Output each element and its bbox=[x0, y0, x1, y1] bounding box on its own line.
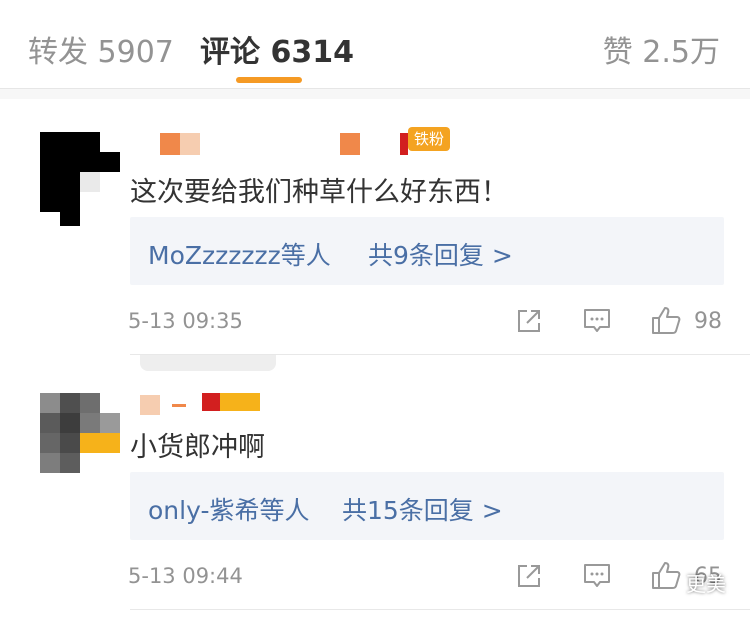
active-tab-indicator bbox=[236, 77, 302, 83]
username-obscured[interactable] bbox=[130, 393, 280, 421]
username-obscured[interactable]: 铁粉 bbox=[130, 127, 450, 159]
obscured-strip bbox=[140, 355, 276, 371]
tab-comments[interactable]: 评论 6314 bbox=[200, 27, 354, 71]
tab-repost[interactable]: 转发 5907 bbox=[28, 27, 174, 71]
comment-text: 这次要给我们种草什么好东西！ bbox=[130, 177, 508, 208]
reply-users[interactable]: MoZzzzzzz等人 bbox=[148, 236, 331, 272]
comment-divider bbox=[130, 609, 750, 610]
reply-count-link[interactable]: 共9条回复 > bbox=[368, 236, 513, 272]
comment-tabs: 转发 5907 评论 6314 赞 2.5万 bbox=[0, 0, 750, 89]
like-count: 98 bbox=[694, 309, 722, 334]
comment-icon[interactable] bbox=[582, 561, 612, 591]
watermark: 更美 bbox=[686, 572, 726, 596]
comment-icon[interactable] bbox=[582, 306, 612, 336]
comment-time: 5-13 09:44 bbox=[128, 564, 243, 588]
section-separator bbox=[0, 89, 750, 99]
fan-badge: 铁粉 bbox=[408, 127, 450, 151]
share-icon[interactable] bbox=[514, 561, 544, 591]
replies-preview[interactable]: only-紫希等人 共15条回复 > bbox=[130, 472, 724, 540]
thumbs-up-icon[interactable] bbox=[650, 559, 682, 591]
thumbs-up-icon[interactable] bbox=[650, 304, 682, 336]
replies-preview[interactable]: MoZzzzzzz等人 共9条回复 > bbox=[130, 217, 724, 285]
comment-time: 5-13 09:35 bbox=[128, 309, 243, 333]
reply-users[interactable]: only-紫希等人 bbox=[148, 491, 309, 527]
reply-count-link[interactable]: 共15条回复 > bbox=[342, 491, 503, 527]
avatar[interactable] bbox=[40, 393, 120, 473]
comment-text: 小货郎冲啊 bbox=[130, 432, 265, 463]
avatar[interactable] bbox=[40, 132, 120, 226]
share-icon[interactable] bbox=[514, 306, 544, 336]
tab-likes[interactable]: 赞 2.5万 bbox=[603, 27, 720, 71]
